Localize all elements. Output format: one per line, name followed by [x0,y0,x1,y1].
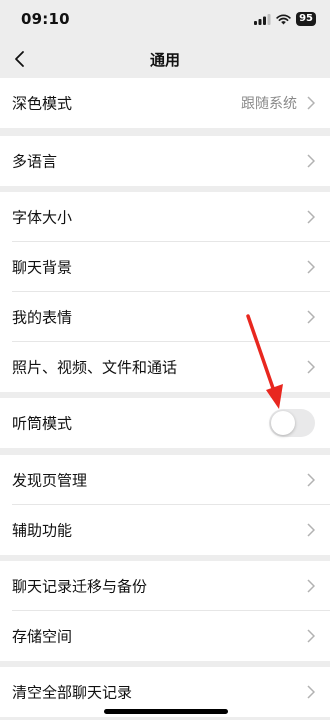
row-accessibility[interactable]: 辅助功能 [0,505,330,555]
status-bar: 09:10 95 [0,0,330,40]
chevron-right-icon [307,473,315,487]
row-font-size[interactable]: 字体大小 [0,192,330,242]
settings-group-storage: 聊天记录迁移与备份 存储空间 [0,561,330,661]
row-chat-history-migration[interactable]: 聊天记录迁移与备份 [0,561,330,611]
earpiece-mode-toggle[interactable] [269,409,315,437]
page-title: 通用 [149,51,180,69]
battery-indicator: 95 [296,12,316,26]
chevron-right-icon [307,685,315,699]
row-dark-mode[interactable]: 深色模式 跟随系统 [0,78,330,128]
row-value: 跟随系统 [241,96,297,112]
row-label: 多语言 [12,152,58,171]
wifi-icon [276,13,291,24]
row-label: 清空全部聊天记录 [12,683,133,702]
row-discover-management[interactable]: 发现页管理 [0,455,330,505]
settings-group-discover: 发现页管理 辅助功能 [0,455,330,555]
row-label: 深色模式 [12,94,73,113]
row-label: 听筒模式 [12,414,73,433]
row-label: 存储空间 [12,627,73,646]
row-storage-space[interactable]: 存储空间 [0,611,330,661]
row-label: 字体大小 [12,208,73,227]
signal-icon [254,13,271,25]
status-icons: 95 [254,12,316,26]
chevron-right-icon [307,523,315,537]
settings-group-language: 多语言 [0,136,330,186]
status-time: 09:10 [21,10,70,28]
chevron-right-icon [307,210,315,224]
chevron-right-icon [307,260,315,274]
row-label: 辅助功能 [12,521,73,540]
annotation-arrow-icon [246,314,283,409]
home-indicator [104,709,228,714]
row-chat-background[interactable]: 聊天背景 [0,242,330,292]
row-label: 照片、视频、文件和通话 [12,358,178,377]
nav-bar: 通用 [0,40,330,78]
row-label: 聊天记录迁移与备份 [12,577,148,596]
row-label: 发现页管理 [12,471,88,490]
chevron-right-icon [307,579,315,593]
chevron-right-icon [307,629,315,643]
row-label: 聊天背景 [12,258,73,277]
settings-group-appearance: 深色模式 跟随系统 [0,78,330,128]
row-language[interactable]: 多语言 [0,136,330,186]
chevron-right-icon [307,96,315,110]
chevron-right-icon [307,154,315,168]
row-label: 我的表情 [12,308,73,327]
chevron-right-icon [307,310,315,324]
chevron-right-icon [307,360,315,374]
toggle-knob [271,411,295,435]
